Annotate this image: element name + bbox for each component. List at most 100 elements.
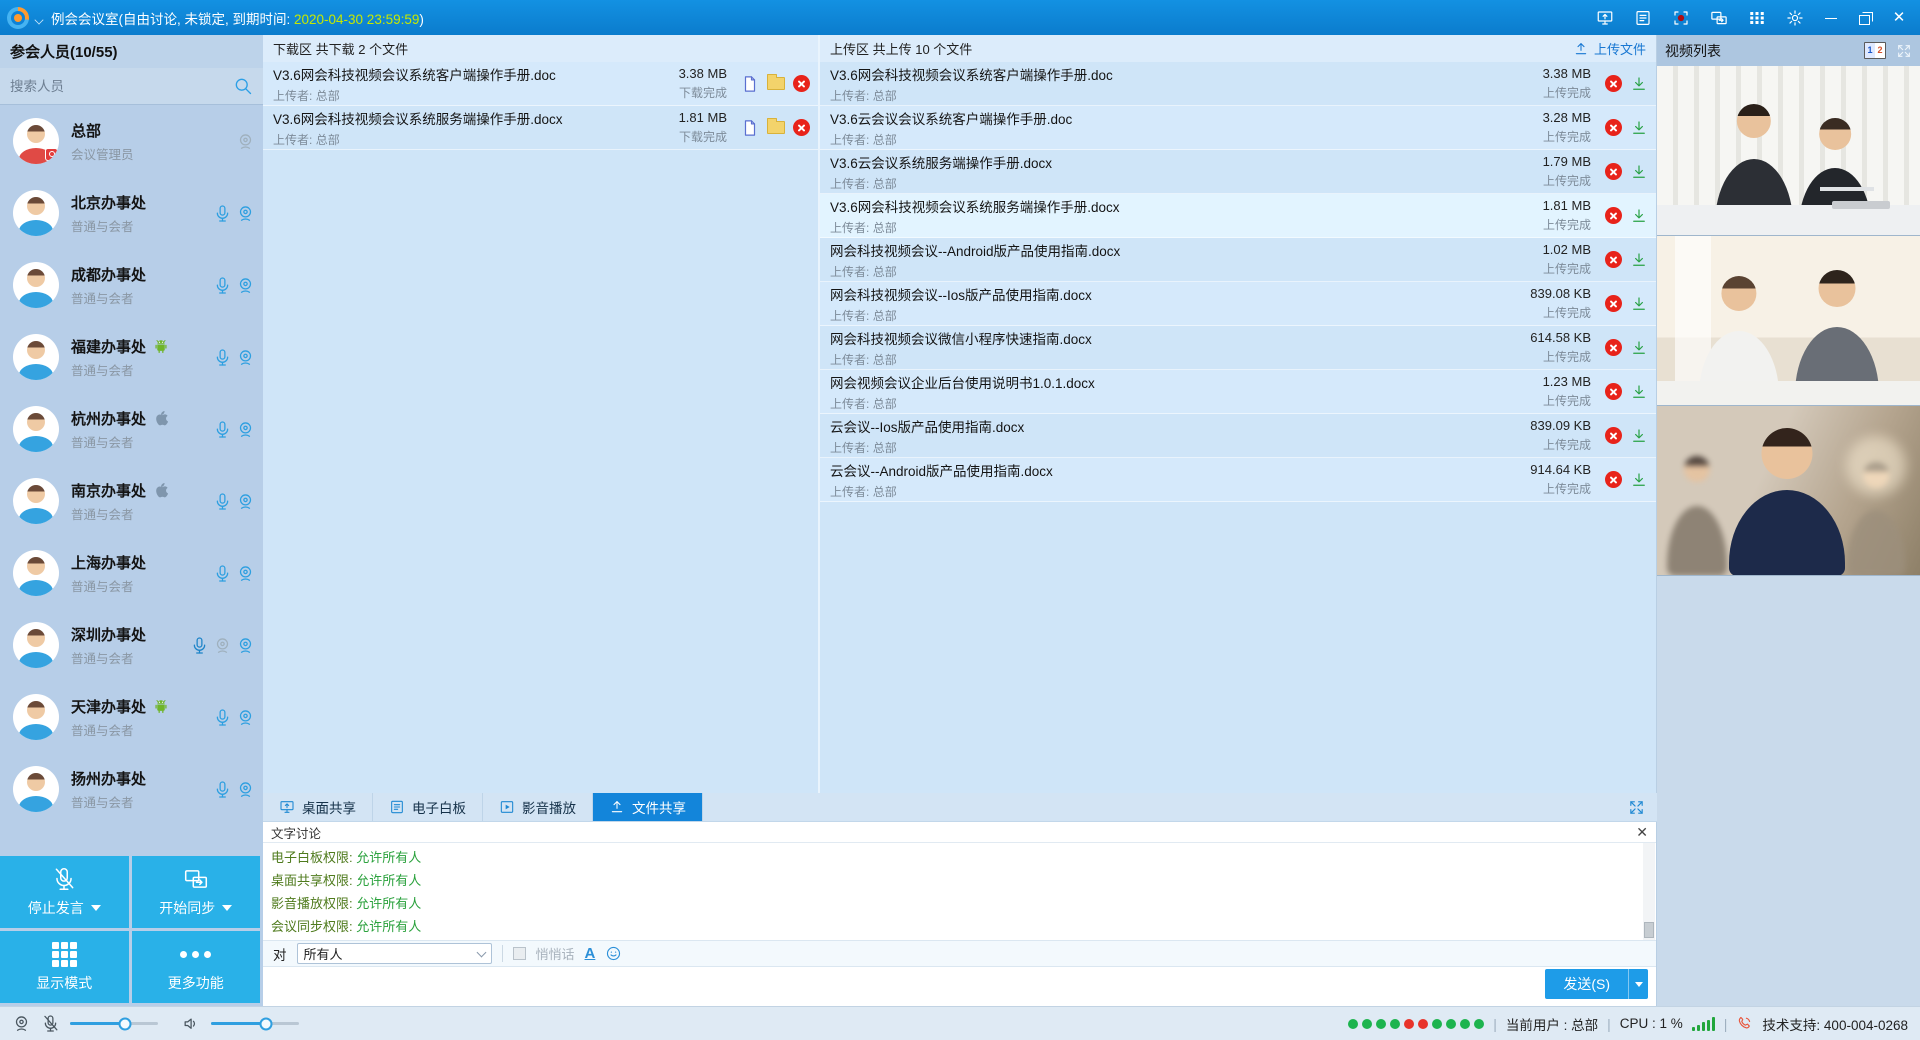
stop-speaking-button[interactable]: 停止发言 bbox=[0, 856, 129, 928]
mic-volume-slider[interactable] bbox=[70, 1022, 158, 1025]
webcam-icon[interactable] bbox=[12, 1014, 31, 1033]
upload-file-row[interactable]: V3.6网会科技视频会议系统客户端操作手册.doc上传者: 总部3.38 MB上… bbox=[820, 62, 1656, 106]
send-button[interactable]: 发送(S) bbox=[1545, 969, 1648, 999]
upload-file-row[interactable]: 网会科技视频会议--Ios版产品使用指南.docx上传者: 总部839.08 K… bbox=[820, 282, 1656, 326]
open-file-icon[interactable] bbox=[741, 75, 759, 93]
upload-file-row[interactable]: V3.6云会议系统服务端操作手册.docx上传者: 总部1.79 MB上传完成 bbox=[820, 150, 1656, 194]
download-file-icon[interactable] bbox=[1630, 471, 1648, 489]
start-sync-button[interactable]: 开始同步 bbox=[132, 856, 261, 928]
remove-file-icon[interactable] bbox=[1605, 163, 1622, 180]
remove-file-icon[interactable] bbox=[793, 119, 810, 136]
download-file-icon[interactable] bbox=[1630, 119, 1648, 137]
speaker-volume-slider[interactable] bbox=[211, 1022, 299, 1025]
expand-panel-icon[interactable] bbox=[1628, 799, 1645, 816]
video-thumbnail[interactable] bbox=[1657, 236, 1920, 406]
download-file-icon[interactable] bbox=[1630, 163, 1648, 181]
upload-file-row[interactable]: 网会视频会议企业后台使用说明书1.0.1.docx上传者: 总部1.23 MB上… bbox=[820, 370, 1656, 414]
video-fullscreen-icon[interactable] bbox=[1896, 43, 1912, 59]
remove-file-icon[interactable] bbox=[1605, 339, 1622, 356]
open-folder-icon[interactable] bbox=[767, 121, 785, 134]
display-mode-button[interactable]: 显示模式 bbox=[0, 931, 129, 1003]
font-style-icon[interactable]: A bbox=[585, 945, 596, 962]
mic-icon[interactable] bbox=[213, 780, 232, 799]
open-folder-icon[interactable] bbox=[767, 77, 785, 90]
dropdown-caret-icon[interactable] bbox=[222, 905, 232, 911]
recipient-select[interactable]: 所有人 bbox=[297, 943, 492, 964]
download-file-row[interactable]: V3.6网会科技视频会议系统服务端操作手册.docx 上传者: 总部 1.81 … bbox=[263, 106, 818, 150]
download-file-row[interactable]: V3.6网会科技视频会议系统客户端操作手册.doc 上传者: 总部 3.38 M… bbox=[263, 62, 818, 106]
download-file-icon[interactable] bbox=[1630, 295, 1648, 313]
mic-icon[interactable] bbox=[213, 348, 232, 367]
participant-row[interactable]: 成都办事处 普通与会者 bbox=[0, 249, 263, 321]
download-file-icon[interactable] bbox=[1630, 427, 1648, 445]
remove-file-icon[interactable] bbox=[1605, 119, 1622, 136]
participant-row[interactable]: 天津办事处 普通与会者 bbox=[0, 681, 263, 753]
layout-grid-icon[interactable] bbox=[1748, 9, 1766, 27]
tab-desktop-share[interactable]: 桌面共享 bbox=[263, 793, 373, 821]
send-options-caret[interactable] bbox=[1628, 969, 1648, 999]
minimize-button[interactable] bbox=[1824, 11, 1838, 25]
participant-row[interactable]: 扬州办事处 普通与会者 bbox=[0, 753, 263, 825]
download-file-icon[interactable] bbox=[1630, 207, 1648, 225]
search-input[interactable] bbox=[10, 79, 233, 94]
download-file-icon[interactable] bbox=[1630, 383, 1648, 401]
mic-icon[interactable] bbox=[213, 564, 232, 583]
close-button[interactable]: ✕ bbox=[1892, 11, 1906, 25]
mic-active-icon[interactable] bbox=[190, 636, 209, 655]
search-icon[interactable] bbox=[233, 76, 253, 96]
camera-icon[interactable] bbox=[236, 708, 255, 727]
remove-file-icon[interactable] bbox=[1605, 295, 1622, 312]
participant-row[interactable]: 深圳办事处 普通与会者 bbox=[0, 609, 263, 681]
app-logo-icon[interactable] bbox=[7, 7, 29, 29]
remove-file-icon[interactable] bbox=[1605, 251, 1622, 268]
emoji-icon[interactable] bbox=[605, 945, 622, 962]
remove-file-icon[interactable] bbox=[1605, 471, 1622, 488]
download-file-icon[interactable] bbox=[1630, 75, 1648, 93]
more-features-button[interactable]: 更多功能 bbox=[132, 931, 261, 1003]
camera-icon[interactable] bbox=[236, 132, 255, 151]
title-menu-chevron-icon[interactable] bbox=[34, 15, 43, 24]
mic-icon[interactable] bbox=[213, 276, 232, 295]
record-icon[interactable] bbox=[1672, 9, 1690, 27]
chat-close-icon[interactable]: ✕ bbox=[1636, 825, 1648, 839]
upload-file-link[interactable]: 上传文件 bbox=[1573, 39, 1646, 58]
camera-icon[interactable] bbox=[236, 348, 255, 367]
message-composer[interactable]: 发送(S) bbox=[263, 967, 1656, 1006]
download-file-icon[interactable] bbox=[1630, 339, 1648, 357]
screen-share-icon[interactable] bbox=[1596, 9, 1614, 27]
whisper-checkbox[interactable] bbox=[513, 947, 526, 960]
upload-file-row[interactable]: 网会科技视频会议微信小程序快速指南.docx上传者: 总部614.58 KB上传… bbox=[820, 326, 1656, 370]
download-file-icon[interactable] bbox=[1630, 251, 1648, 269]
chat-messages[interactable]: 电子白板权限: 允许所有人 桌面共享权限: 允许所有人 影音播放权限: 允许所有… bbox=[263, 843, 1656, 940]
camera-off-icon[interactable] bbox=[213, 636, 232, 655]
upload-file-row[interactable]: V3.6网会科技视频会议系统服务端操作手册.docx上传者: 总部1.81 MB… bbox=[820, 194, 1656, 238]
camera-icon[interactable] bbox=[236, 564, 255, 583]
video-layout-12-icon[interactable]: 12 bbox=[1864, 42, 1886, 59]
participant-row[interactable]: 南京办事处 普通与会者 bbox=[0, 465, 263, 537]
upload-file-row[interactable]: V3.6云会议会议系统客户端操作手册.doc上传者: 总部3.28 MB上传完成 bbox=[820, 106, 1656, 150]
camera-icon[interactable] bbox=[236, 204, 255, 223]
tab-whiteboard[interactable]: 电子白板 bbox=[373, 793, 483, 821]
mic-icon[interactable] bbox=[213, 420, 232, 439]
settings-gear-icon[interactable] bbox=[1786, 9, 1804, 27]
participant-row[interactable]: 北京办事处 普通与会者 bbox=[0, 177, 263, 249]
camera-icon[interactable] bbox=[236, 420, 255, 439]
restore-button[interactable] bbox=[1858, 11, 1872, 25]
remove-file-icon[interactable] bbox=[1605, 383, 1622, 400]
open-file-icon[interactable] bbox=[741, 119, 759, 137]
video-thumbnail[interactable] bbox=[1657, 406, 1920, 576]
speaker-icon[interactable] bbox=[182, 1014, 201, 1033]
participant-row[interactable]: 福建办事处 普通与会者 bbox=[0, 321, 263, 393]
remove-file-icon[interactable] bbox=[1605, 75, 1622, 92]
mic-muted-icon[interactable] bbox=[41, 1014, 60, 1033]
tab-media-playback[interactable]: 影音播放 bbox=[483, 793, 593, 821]
upload-file-row[interactable]: 云会议--Ios版产品使用指南.docx上传者: 总部839.09 KB上传完成 bbox=[820, 414, 1656, 458]
participant-row[interactable]: 杭州办事处 普通与会者 bbox=[0, 393, 263, 465]
participant-row[interactable]: 总部 会议管理员 bbox=[0, 105, 263, 177]
dropdown-caret-icon[interactable] bbox=[91, 905, 101, 911]
upload-file-row[interactable]: 网会科技视频会议--Android版产品使用指南.docx上传者: 总部1.02… bbox=[820, 238, 1656, 282]
remove-file-icon[interactable] bbox=[1605, 207, 1622, 224]
mic-icon[interactable] bbox=[213, 708, 232, 727]
camera-icon[interactable] bbox=[236, 276, 255, 295]
chat-scrollbar[interactable] bbox=[1643, 843, 1655, 940]
